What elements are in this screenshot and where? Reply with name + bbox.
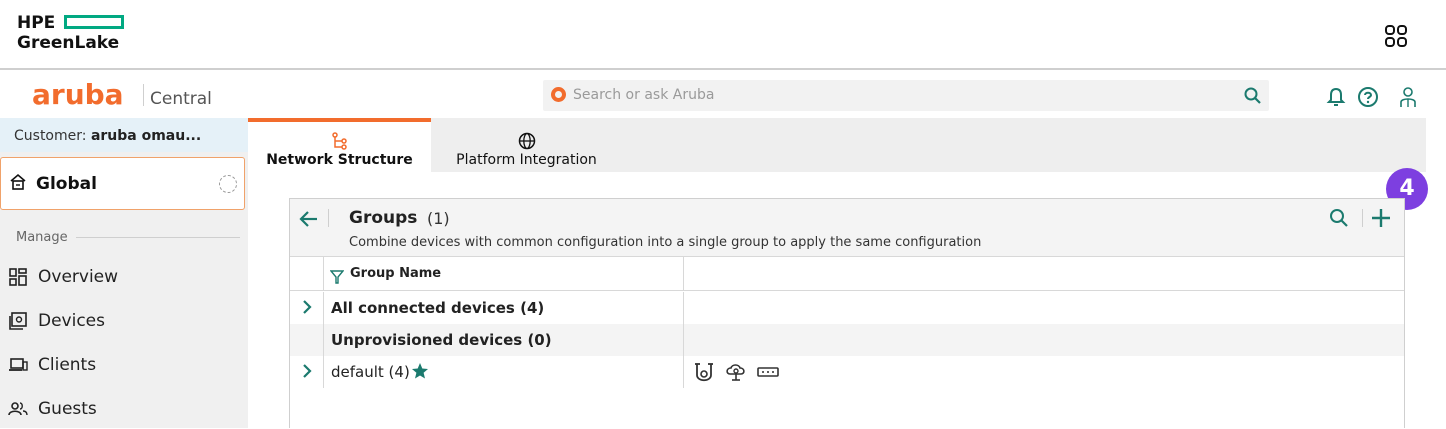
- tab-network-structure[interactable]: Network Structure: [248, 118, 431, 172]
- bell-icon[interactable]: [1325, 86, 1347, 108]
- table-row[interactable]: default (4): [290, 356, 1404, 388]
- sidebar-item-label: Overview: [38, 267, 119, 287]
- switch-icon: [757, 367, 779, 377]
- group-name: All connected devices (4): [331, 299, 545, 317]
- search-icon[interactable]: [1243, 86, 1263, 106]
- devices-icon: [9, 312, 27, 330]
- header-divider: [1362, 209, 1363, 227]
- customer-selector[interactable]: Customer: aruba omau...: [0, 118, 248, 152]
- sidebar-item-label: Guests: [38, 399, 97, 419]
- greenlake-logo-text: GreenLake: [17, 33, 120, 53]
- sidebar: Customer: aruba omau... Global Manage Ov…: [0, 118, 248, 428]
- table-empty-area: [290, 388, 1404, 429]
- help-icon[interactable]: [1357, 86, 1379, 108]
- hpe-greenlake-header: HPE GreenLake: [0, 0, 1446, 70]
- column-divider: [683, 356, 684, 388]
- groups-description: Combine devices with common configuratio…: [349, 235, 982, 250]
- sidebar-item-label: Devices: [38, 311, 105, 331]
- tab-platform-integration[interactable]: Platform Integration: [431, 118, 622, 172]
- loading-spinner-icon: [219, 175, 237, 193]
- column-header-group-name[interactable]: Group Name: [350, 266, 441, 281]
- groups-panel: Groups (1) Combine devices with common c…: [289, 198, 1405, 428]
- product-name: Central: [150, 89, 212, 109]
- filter-icon[interactable]: [330, 270, 344, 284]
- column-divider: [683, 257, 684, 291]
- section-divider: [76, 237, 240, 238]
- add-group-icon[interactable]: [1370, 207, 1392, 229]
- groups-panel-header: Groups (1) Combine devices with common c…: [290, 199, 1404, 257]
- tab-bar: Network Structure Platform Integration: [248, 118, 1426, 172]
- access-point-icon: [695, 363, 713, 382]
- search-icon[interactable]: [1328, 207, 1350, 229]
- apps-grid-icon[interactable]: [1384, 24, 1408, 48]
- search-input[interactable]: [573, 84, 1213, 106]
- column-divider: [683, 324, 684, 356]
- customer-name: aruba omau...: [90, 128, 202, 144]
- groups-count: (1): [427, 209, 450, 228]
- user-icon[interactable]: [1397, 86, 1419, 108]
- sidebar-item-clients[interactable]: Clients: [0, 347, 248, 383]
- table-row[interactable]: All connected devices (4): [290, 292, 1404, 324]
- group-name: Unprovisioned devices (0): [331, 331, 552, 349]
- chevron-right-icon[interactable]: [298, 298, 316, 316]
- scope-selector-global[interactable]: Global: [0, 157, 245, 210]
- hierarchy-icon: [331, 132, 347, 150]
- column-divider: [683, 292, 684, 324]
- guests-icon: [8, 402, 28, 416]
- tab-label: Platform Integration: [456, 152, 597, 168]
- scope-label: Global: [36, 174, 97, 194]
- globe-icon: [518, 132, 535, 150]
- home-network-icon: [10, 173, 26, 190]
- column-divider: [323, 257, 324, 291]
- table-row[interactable]: Unprovisioned devices (0): [290, 324, 1404, 356]
- back-arrow-icon[interactable]: [298, 208, 320, 230]
- chevron-right-icon[interactable]: [298, 362, 316, 380]
- hpe-element-icon: [64, 15, 124, 29]
- customer-prefix: Customer:: [14, 128, 91, 144]
- gateway-icon: [726, 364, 745, 381]
- manage-section-label: Manage: [16, 230, 68, 245]
- column-divider: [323, 292, 324, 324]
- default-group-star-icon: [412, 363, 428, 379]
- overview-grid-icon: [9, 268, 27, 286]
- header-divider: [328, 209, 329, 227]
- column-divider: [323, 324, 324, 356]
- aruba-assistant-icon: [551, 87, 566, 102]
- sidebar-item-guests[interactable]: Guests: [0, 391, 248, 427]
- sidebar-item-devices[interactable]: Devices: [0, 303, 248, 339]
- clients-icon: [9, 358, 28, 371]
- sidebar-item-label: Clients: [38, 355, 97, 375]
- column-divider: [323, 356, 324, 388]
- logo-divider: [143, 84, 144, 106]
- table-header: Group Name: [290, 257, 1404, 291]
- group-name: default (4): [331, 363, 410, 381]
- aruba-logo[interactable]: aruba: [32, 78, 124, 111]
- search-bar[interactable]: [543, 80, 1269, 111]
- sidebar-item-overview[interactable]: Overview: [0, 259, 248, 295]
- aruba-central-header: aruba Central: [0, 72, 1426, 118]
- tab-label: Network Structure: [266, 152, 413, 168]
- groups-title: Groups: [349, 208, 418, 228]
